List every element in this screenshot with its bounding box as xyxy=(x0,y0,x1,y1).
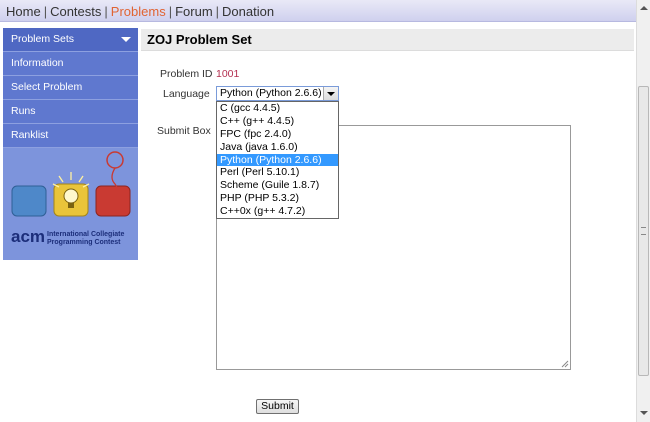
logo-line2-text: Programming Contest xyxy=(47,239,121,246)
nav-separator: | xyxy=(104,4,108,19)
chevron-down-icon xyxy=(121,37,131,42)
sidebar-item-runs[interactable]: Runs xyxy=(3,100,138,124)
page-title-bar: ZOJ Problem Set xyxy=(141,29,634,51)
nav-donation-link[interactable]: Donation xyxy=(222,4,274,19)
page-title: ZOJ Problem Set xyxy=(147,32,252,47)
acm-icpc-logo: acm International Collegiate Programming… xyxy=(3,148,138,260)
language-option[interactable]: Scheme (Guile 1.8.7) xyxy=(217,179,338,192)
acm-logo-graphic: acm International Collegiate Programming… xyxy=(11,151,131,246)
resize-grip-icon[interactable] xyxy=(561,360,569,368)
language-dropdown-list: C (gcc 4.4.5) C++ (g++ 4.4.5) FPC (fpc 2… xyxy=(216,101,339,219)
nav-contests-link[interactable]: Contests xyxy=(50,4,101,19)
sidebar-header-label: Problem Sets xyxy=(11,33,75,45)
language-select-value: Python (Python 2.6.6) xyxy=(220,87,322,99)
language-option[interactable]: PHP (PHP 5.3.2) xyxy=(217,192,338,205)
submit-button[interactable]: Submit xyxy=(256,399,299,414)
nav-separator: | xyxy=(215,4,220,19)
problem-id-label: Problem ID xyxy=(160,68,213,80)
top-nav: Home | Contests | Problems | Forum | Donation xyxy=(0,0,636,22)
logo-acm-text: acm xyxy=(11,227,45,246)
language-option[interactable]: C++0x (g++ 4.7.2) xyxy=(217,205,338,218)
sidebar-item-information[interactable]: Information xyxy=(3,52,138,76)
scroll-down-arrow-icon[interactable] xyxy=(640,411,648,415)
scroll-up-arrow-icon[interactable] xyxy=(640,6,648,10)
scrollbar-thumb[interactable] xyxy=(638,86,649,376)
nav-problems-link[interactable]: Problems xyxy=(111,4,166,19)
chevron-down-icon xyxy=(327,92,335,96)
logo-line1-text: International Collegiate xyxy=(47,231,125,238)
nav-separator: | xyxy=(43,4,48,19)
language-select[interactable]: Python (Python 2.6.6) xyxy=(216,86,339,101)
language-label: Language xyxy=(163,88,210,100)
nav-separator: | xyxy=(168,4,173,19)
grip-icon xyxy=(641,227,646,235)
nav-home-link[interactable]: Home xyxy=(6,4,41,19)
language-option[interactable]: FPC (fpc 2.4.0) xyxy=(217,128,338,141)
dropdown-arrow-button[interactable] xyxy=(323,87,338,100)
submit-box-label: Submit Box xyxy=(157,125,211,137)
sidebar-item-select-problem[interactable]: Select Problem xyxy=(3,76,138,100)
nav-forum-link[interactable]: Forum xyxy=(175,4,213,19)
language-option[interactable]: Java (java 1.6.0) xyxy=(217,141,338,154)
vertical-scrollbar[interactable] xyxy=(636,0,650,422)
sidebar-header-problem-sets[interactable]: Problem Sets xyxy=(3,28,138,52)
language-option-selected[interactable]: Python (Python 2.6.6) xyxy=(217,153,338,167)
language-option[interactable]: C++ (g++ 4.4.5) xyxy=(217,115,338,128)
sidebar: Problem Sets Information Select Problem … xyxy=(3,28,138,260)
problem-id-value: 1001 xyxy=(216,68,240,80)
language-option[interactable]: Perl (Perl 5.10.1) xyxy=(217,166,338,179)
language-option[interactable]: C (gcc 4.4.5) xyxy=(217,102,338,115)
sidebar-item-ranklist[interactable]: Ranklist xyxy=(3,124,138,148)
